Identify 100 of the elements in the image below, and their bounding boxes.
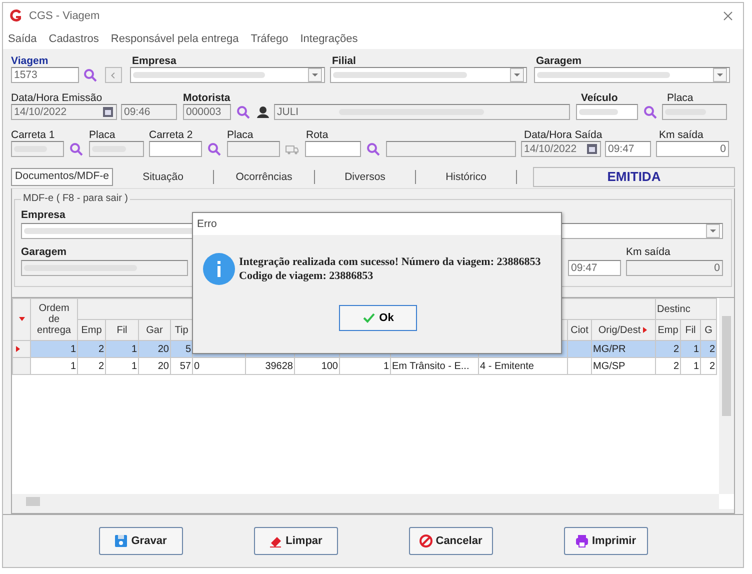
- group-title: MDF-e ( F8 - para sair ): [21, 193, 130, 204]
- km-field[interactable]: 0: [656, 141, 729, 157]
- table-cell: 1: [131, 360, 137, 372]
- table-cell: 0: [194, 360, 200, 372]
- dialog-message: Codigo de viagem: 23886853: [239, 269, 374, 283]
- close-icon[interactable]: [723, 11, 733, 21]
- plate-field: [662, 104, 727, 120]
- tab[interactable]: Situação: [113, 170, 214, 184]
- horizontal-scrollbar[interactable]: [12, 494, 719, 509]
- tab[interactable]: Histórico: [416, 170, 517, 184]
- column-header[interactable]: Gar: [138, 320, 170, 340]
- trailer-field[interactable]: [149, 141, 202, 157]
- table-cell: 1: [70, 344, 76, 354]
- field-label: Data/Hora Emissão: [11, 92, 104, 104]
- search-icon[interactable]: [207, 142, 221, 156]
- table-cell: MG/SP: [593, 360, 626, 372]
- column-header[interactable]: Orig/Dest: [592, 320, 656, 340]
- table-cell: 1: [383, 360, 389, 372]
- route-field[interactable]: [305, 141, 361, 157]
- menu-item[interactable]: Responsável pela entrega: [110, 33, 239, 45]
- column-header[interactable]: Ordem de entrega: [30, 298, 78, 340]
- table-cell: Em Trânsito - E...: [392, 360, 470, 372]
- app-logo-icon: [9, 9, 23, 23]
- column-header[interactable]: Emp: [656, 320, 680, 340]
- field-label: Placa: [227, 129, 254, 141]
- time-field[interactable]: 09:46: [121, 104, 177, 120]
- field-label: Viagem: [11, 55, 50, 67]
- table-cell: 2: [673, 344, 679, 354]
- table-cell: 2: [709, 344, 716, 354]
- vertical-scrollbar[interactable]: [719, 298, 734, 494]
- menu-item[interactable]: Integrações: [300, 33, 358, 45]
- prohibited-icon: [418, 534, 433, 548]
- field-label: Empresa: [21, 208, 66, 222]
- ok-button[interactable]: Ok: [339, 305, 417, 331]
- table-cell: 100: [321, 360, 338, 372]
- date-field[interactable]: 14/10/2022: [521, 141, 601, 157]
- column-header[interactable]: Fil: [106, 320, 138, 340]
- calendar-icon[interactable]: [102, 106, 114, 118]
- printer-icon: [574, 534, 589, 548]
- branch-dropdown[interactable]: [330, 67, 527, 83]
- menu-item[interactable]: Cadastros: [48, 33, 99, 45]
- table-cell: 20: [158, 360, 169, 372]
- date-text: 14/10/2022: [524, 142, 577, 156]
- dialog-message: Integração realizada com sucesso! Número da viagem: 23886853: [239, 255, 541, 269]
- field-label: Filial: [332, 55, 357, 67]
- table-cell: 2: [98, 360, 104, 372]
- action-button[interactable]: Limpar: [254, 527, 338, 555]
- field-label: Empresa: [132, 55, 178, 67]
- window-title: CGS - Viagem: [29, 10, 100, 22]
- time-field[interactable]: 09:47: [605, 141, 651, 157]
- row-pointer-icon: [14, 344, 22, 353]
- field-label: Data/Hora Saída: [524, 129, 604, 141]
- tab[interactable]: Ocorrências: [214, 170, 315, 184]
- field-label: Carreta 2: [149, 129, 194, 141]
- search-icon[interactable]: [69, 142, 83, 156]
- company-dropdown[interactable]: [130, 67, 325, 83]
- garage-dropdown[interactable]: [534, 67, 730, 83]
- date-field[interactable]: 14/10/2022: [11, 104, 117, 120]
- person-icon[interactable]: [256, 105, 270, 119]
- column-header[interactable]: Tip: [170, 320, 192, 340]
- calendar-icon[interactable]: [586, 143, 598, 155]
- table-cell: 57: [180, 360, 191, 372]
- search-icon[interactable]: [83, 68, 97, 82]
- field-label: Motorista: [183, 92, 232, 104]
- action-button[interactable]: Imprimir: [564, 527, 648, 555]
- field-label: Km saída: [659, 129, 704, 141]
- input-field[interactable]: 1573: [11, 67, 79, 83]
- tab[interactable]: Documentos/MDF-e: [11, 168, 113, 186]
- field-label: Rota: [306, 129, 330, 141]
- pointer-arrow-icon: [640, 326, 649, 334]
- status-box: EMITIDA: [533, 167, 735, 187]
- column-header[interactable]: Fil: [680, 320, 700, 340]
- field-label: Garagem: [536, 55, 582, 67]
- column-header[interactable]: Ciot: [568, 320, 592, 340]
- table-cell: 2: [673, 360, 679, 372]
- column-header[interactable]: Emp: [78, 320, 106, 340]
- search-icon[interactable]: [643, 105, 657, 119]
- table-cell: 2: [98, 344, 104, 354]
- table-cell: MG/PR: [593, 344, 626, 354]
- field-label: Km saída: [626, 245, 670, 259]
- trailer-field[interactable]: [11, 141, 64, 157]
- action-button[interactable]: Cancelar: [408, 527, 492, 555]
- menu-item[interactable]: Tráfego: [250, 33, 288, 45]
- tab[interactable]: Diversos: [315, 170, 416, 184]
- menu-item[interactable]: Saída: [8, 33, 37, 45]
- vehicle-field[interactable]: [576, 104, 638, 120]
- driver-code-field[interactable]: 000003: [183, 104, 231, 120]
- table-row[interactable]: 1 2 1 20 57 0 39628 100 1 Em Trânsito - E... 4 - Emitente MG/SP 2 1 2: [12, 358, 717, 374]
- field-label: Placa: [667, 92, 694, 104]
- field-label: Garagem: [21, 245, 67, 259]
- table-cell: 39628: [265, 360, 293, 372]
- table-cell: 1: [693, 360, 699, 372]
- search-icon[interactable]: [236, 105, 250, 119]
- table-cell: 20: [158, 344, 169, 354]
- table-cell: 4 - Emitente: [480, 360, 534, 372]
- table-cell: 2: [709, 360, 716, 372]
- driver-name-field: JULI: [274, 104, 570, 120]
- field-label: Placa: [89, 129, 116, 141]
- action-button[interactable]: Gravar: [98, 527, 182, 555]
- search-icon[interactable]: [366, 142, 380, 156]
